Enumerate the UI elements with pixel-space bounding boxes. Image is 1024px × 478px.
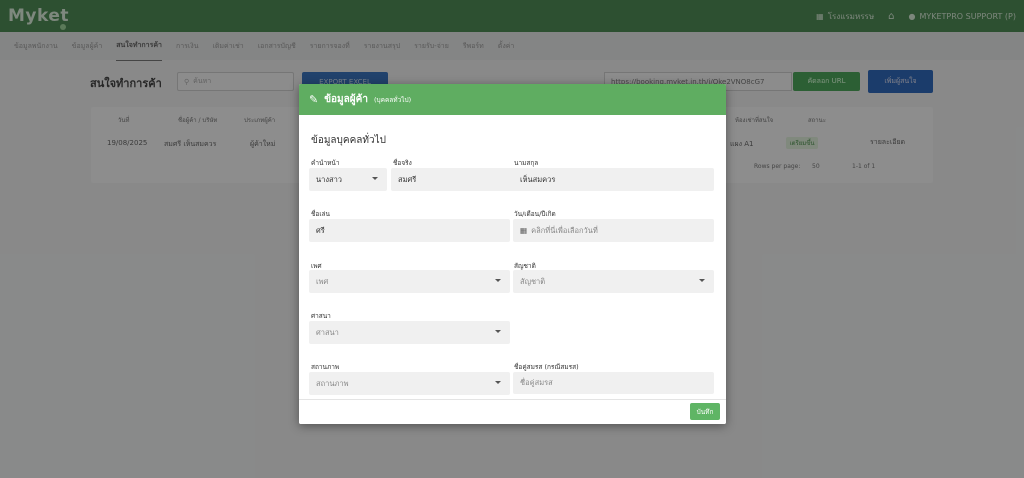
marital-select[interactable]: สถานภาพ [309,372,510,395]
spouse-label: ชื่อคู่สมรส (กรณีสมรส) [514,363,579,371]
nationality-placeholder: สัญชาติ [520,276,546,286]
prefix-select[interactable]: นางสาว [309,168,387,191]
chevron-down-icon [495,381,501,384]
marital-placeholder: สถานภาพ [316,378,349,388]
pencil-icon: ✎ [309,93,319,106]
chevron-down-icon [495,330,501,333]
nickname-value: ศรี [316,225,325,235]
chevron-down-icon [495,279,501,282]
lastname-label: นามสกุล [514,159,539,167]
nickname-field[interactable]: ศรี [309,219,510,242]
religion-select[interactable]: ศาสนา [309,321,510,344]
nickname-label: ชื่อเล่น [311,210,330,218]
lastname-field[interactable]: เห็นสมควร [513,168,714,191]
dialog-title: ข้อมูลผู้ค้า [324,94,368,105]
spouse-placeholder: ชื่อคู่สมรส [520,378,553,387]
vendor-info-dialog: ✎ ข้อมูลผู้ค้า (บุคคลทั่วไป) ข้อมูลบุคคล… [299,84,726,424]
religion-label: ศาสนา [311,312,331,320]
chevron-down-icon [699,279,705,282]
calendar-icon: ▦ [520,226,528,235]
dialog-body: ข้อมูลบุคคลทั่วไป คำนำหน้า นางสาว ชื่อจร… [299,115,726,399]
prefix-label: คำนำหน้า [311,159,340,167]
dialog-footer: บันทึก [299,399,726,424]
section-title: ข้อมูลบุคคลทั่วไป [311,135,386,146]
dialog-header: ✎ ข้อมูลผู้ค้า (บุคคลทั่วไป) [299,84,726,115]
birthdate-label: วัน/เดือน/ปีเกิด [514,210,556,218]
religion-placeholder: ศาสนา [316,327,339,337]
chevron-down-icon [372,177,378,180]
dialog-subtitle: (บุคคลทั่วไป) [373,95,412,104]
spouse-field[interactable]: ชื่อคู่สมรส [513,372,714,394]
save-button[interactable]: บันทึก [690,403,720,420]
lastname-value: เห็นสมควร [520,174,556,184]
firstname-label: ชื่อจริง [393,159,412,167]
gender-placeholder: เพศ [316,276,329,286]
gender-select[interactable]: เพศ [309,270,510,293]
nationality-select[interactable]: สัญชาติ [513,270,714,293]
marital-label: สถานภาพ [311,363,340,371]
firstname-value: สมศรี [398,174,417,184]
birthdate-placeholder: คลิกที่นี่เพื่อเลือกวันที่ [531,225,598,235]
prefix-value: นางสาว [316,174,343,184]
birthdate-picker[interactable]: ▦ คลิกที่นี่เพื่อเลือกวันที่ [513,219,714,242]
